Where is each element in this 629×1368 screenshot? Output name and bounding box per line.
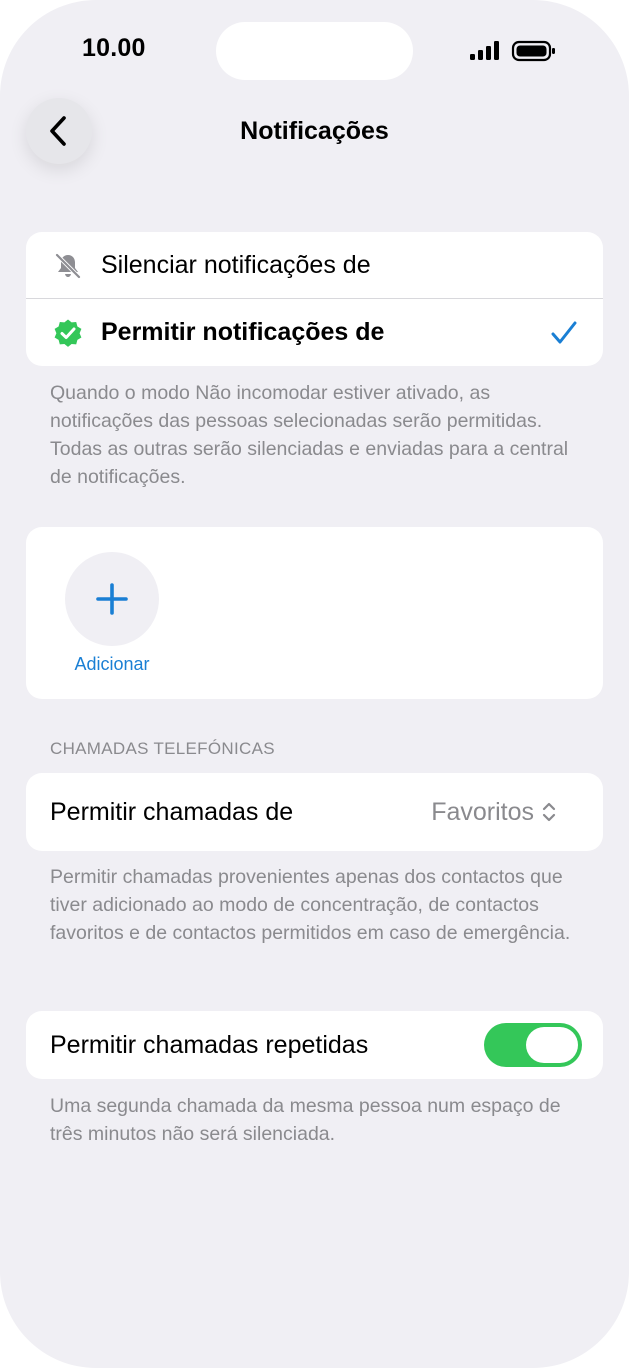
add-label[interactable]: Adicionar xyxy=(46,654,178,675)
repeated-calls-footnote: Uma segunda chamada da mesma pessoa num … xyxy=(50,1095,561,1145)
notification-footnote: Quando o modo Não incomodar estiver ativ… xyxy=(50,382,569,488)
battery-icon xyxy=(511,40,555,62)
calls-footnote: Permitir chamadas provenientes apenas do… xyxy=(50,866,571,944)
checkmark-seal-icon xyxy=(52,318,84,350)
allow-calls-card: Permitir chamadas de Favoritos xyxy=(26,773,603,851)
bell-slash-icon xyxy=(53,251,83,281)
option-allow-notifications[interactable]: Permitir notificações de xyxy=(26,299,603,366)
option-label: Silenciar notificações de xyxy=(101,251,371,279)
status-icons xyxy=(468,38,558,64)
section-header-calls: CHAMADAS TELEFÓNICAS xyxy=(50,739,275,758)
phone-screen: 10.00 Notificações Silenciar notificaçõe… xyxy=(0,0,629,1368)
add-person-button[interactable] xyxy=(65,552,159,646)
repeated-calls-row: Permitir chamadas repetidas xyxy=(26,1011,603,1079)
checkmark-icon xyxy=(550,320,578,346)
status-time: 10.00 xyxy=(82,34,146,62)
plus-icon xyxy=(96,583,128,615)
option-silence-notifications[interactable]: Silenciar notificações de xyxy=(26,232,603,298)
allow-calls-label: Permitir chamadas de xyxy=(50,798,294,826)
repeated-calls-label: Permitir chamadas repetidas xyxy=(50,1031,369,1059)
toggle-knob xyxy=(526,1027,578,1063)
cellular-signal-icon xyxy=(470,41,499,60)
people-card: Adicionar xyxy=(26,527,603,699)
notification-mode-card: Silenciar notificações de Permitir notif… xyxy=(26,232,603,366)
repeated-calls-card: Permitir chamadas repetidas xyxy=(26,1011,603,1079)
page-title: Notificações xyxy=(240,117,389,145)
allow-calls-value[interactable]: Favoritos xyxy=(431,798,534,827)
dynamic-island xyxy=(216,22,413,80)
chevron-up-down-icon xyxy=(541,800,557,824)
repeated-calls-toggle[interactable] xyxy=(484,1023,582,1067)
option-label: Permitir notificações de xyxy=(101,318,385,346)
allow-calls-row[interactable]: Permitir chamadas de Favoritos xyxy=(26,773,603,851)
